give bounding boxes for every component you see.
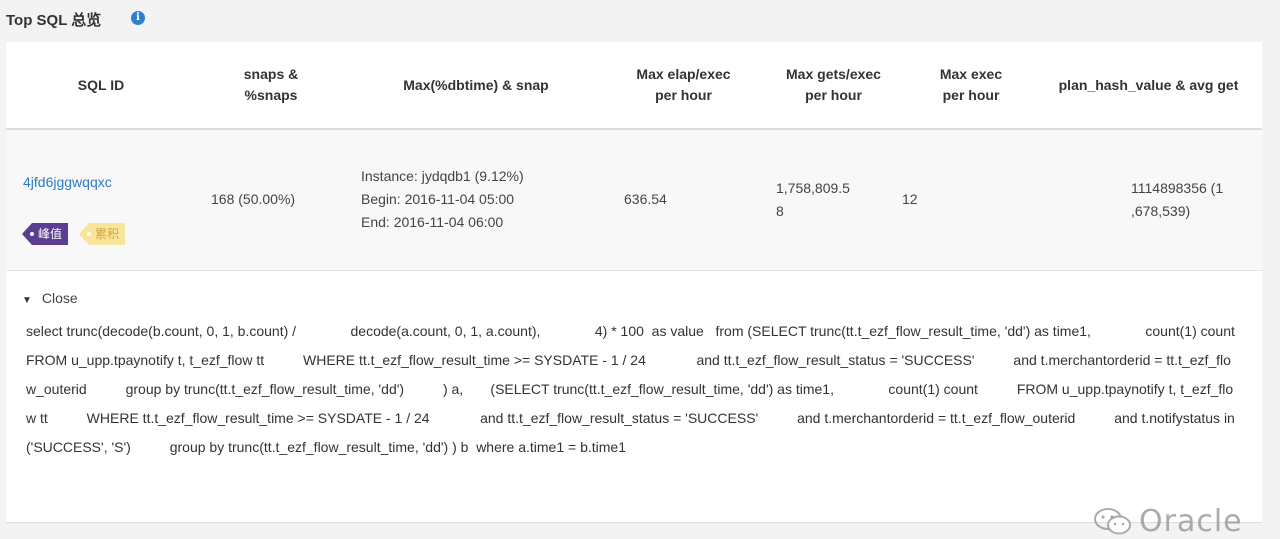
max-gets-value: 1,758,809.5 8 [776,180,850,219]
header-sql-id[interactable]: SQL ID [46,42,156,128]
begin-text: Begin: 2016-11-04 05:00 [361,191,515,207]
caret-down-icon: ▼ [22,295,32,306]
panel-title: Top SQL 总览 [6,12,102,29]
snaps-value: 168 (50.00%) [211,191,296,207]
max-exec-value: 12 [902,191,918,207]
plan-hash-value: 1114898356 (1 ,678,539) [1131,180,1224,219]
watermark-text: Oracle [1139,504,1243,539]
header-max-elap[interactable]: Max elap/exec per hour [616,42,751,128]
end-text: End: 2016-11-04 06:00 [361,214,504,230]
header-snaps[interactable]: snaps & %snaps [211,42,331,128]
watermark: Oracle [1093,504,1243,539]
max-dbtime-value: Instance: jydqdb1 (9.12%) Begin: 2016-11… [361,165,524,234]
peak-tag: 峰值 [22,223,69,245]
sql-id-link[interactable]: 4jfd6jggwqqxc [23,171,112,194]
header-max-gets[interactable]: Max gets/exec per hour [766,42,901,128]
sql-text: select trunc(decode(b.count, 0, 1, b.cou… [26,323,1274,455]
top-sql-card: SQL ID snaps & %snaps Max(%dbtime) & sna… [6,42,1274,539]
header-max-dbtime[interactable]: Max(%dbtime) & snap [376,42,576,128]
header-max-exec[interactable]: Max exec per hour [916,42,1026,128]
instance-text: Instance: jydqdb1 (9.12%) [361,168,524,184]
wechat-icon [1094,507,1131,534]
table-header: SQL ID snaps & %snaps Max(%dbtime) & sna… [6,42,1262,130]
close-toggle[interactable]: ▼ Close [22,290,78,306]
close-label: Close [41,290,78,306]
max-elap-value: 636.54 [624,191,667,207]
info-icon[interactable]: i [131,11,145,25]
cumulative-tag: 累积 [79,223,126,245]
table-row: 4jfd6jggwqqxc 峰值 累积 168 (50.00%) Instanc… [6,130,1262,271]
header-plan-hash[interactable]: plan_hash_value & avg get [1041,42,1256,128]
